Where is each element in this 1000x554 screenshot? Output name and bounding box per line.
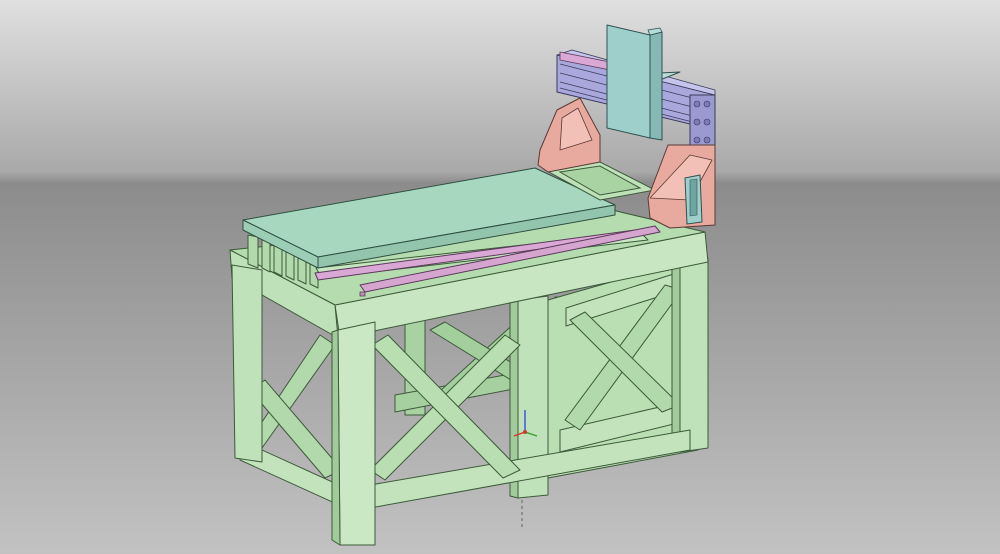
front-left-leg[interactable] <box>337 321 376 546</box>
front-right-leg[interactable] <box>679 257 709 453</box>
model-canvas[interactable] <box>0 0 1000 554</box>
origin-marker <box>523 430 527 434</box>
spindle-plate[interactable] <box>606 24 651 139</box>
3d-viewport[interactable] <box>0 0 1000 554</box>
rear-left-leg[interactable] <box>231 264 263 463</box>
